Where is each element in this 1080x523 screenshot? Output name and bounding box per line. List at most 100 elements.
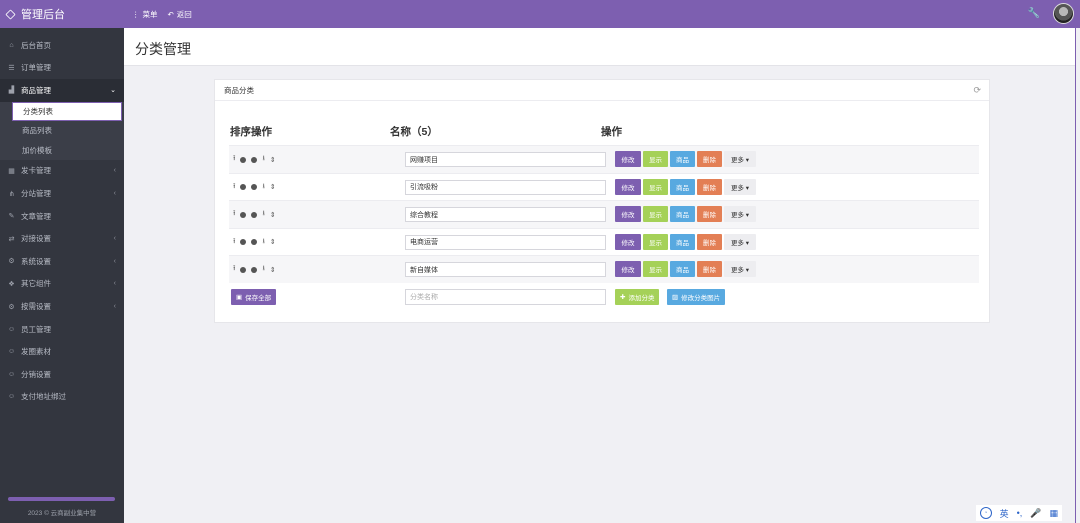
category-name-input[interactable]: 网赚项目 [405,152,606,167]
edit-category-image-button[interactable]: ▨ 修改分类图片 [667,289,726,305]
new-category-input[interactable] [405,289,606,305]
more-dropdown[interactable]: 更多 ▾ [724,151,756,167]
goods-button[interactable]: 商品 [670,233,695,250]
table-row: ⭱ ⭳ ⇕ 引流吸粉 修改 显示 商品 删除 更多 ▾ [229,172,979,201]
more-dropdown[interactable]: 更多 ▾ [724,261,756,278]
move-bottom-icon[interactable]: ⭳ [262,264,264,275]
more-dropdown[interactable]: 更多 ▾ [724,233,756,250]
more-dropdown[interactable]: 更多 ▾ [724,178,756,195]
show-button[interactable]: 显示 [643,233,668,250]
move-top-icon[interactable]: ⭱ [233,154,235,165]
sidebar-item-substations[interactable]: ⋔ 分站管理 ‹ [0,182,124,205]
category-name-input[interactable]: 新自媒体 [405,262,606,278]
drag-sort-icon[interactable]: ⇕ [270,238,276,246]
move-top-icon[interactable]: ⭱ [233,264,235,275]
show-button[interactable]: 显示 [643,178,668,195]
move-down-icon[interactable] [251,156,258,163]
show-button[interactable]: 显示 [643,206,668,223]
microphone-icon[interactable]: 🎤 [1030,508,1041,519]
sort-controls: ⭱ ⭳ ⇕ [233,182,276,193]
move-up-icon[interactable] [240,156,247,163]
ime-language-toggle[interactable]: 英 [1000,507,1009,520]
sidebar-subitem-product-list[interactable]: 商品列表 [0,121,124,140]
show-button[interactable]: 显示 [643,261,668,278]
delete-button[interactable]: 删除 [697,206,722,223]
menu-button[interactable]: ⋮ 菜单 [132,9,158,20]
sidebar-item-label: 其它组件 [21,279,51,289]
sidebar-item-components[interactable]: ❖ 其它组件 ‹ [0,273,124,296]
move-bottom-icon[interactable]: ⭳ [262,209,264,220]
sidebar-item-payment[interactable]: ☺ 支付地址绑过 [0,386,124,409]
sidebar-subitem-markup-template[interactable]: 加价模板 [0,140,124,159]
row-actions: 修改 显示 商品 删除 更多 ▾ [615,178,756,195]
category-name-input[interactable]: 综合教程 [405,207,606,223]
move-up-icon[interactable] [240,211,247,218]
delete-button[interactable]: 删除 [697,178,722,195]
sidebar-item-products[interactable]: ▟ 商品管理 ⌄ [0,79,124,102]
goods-button[interactable]: 商品 [670,206,695,223]
move-down-icon[interactable] [251,184,258,191]
edit-button[interactable]: 修改 [615,178,641,195]
move-bottom-icon[interactable]: ⭳ [262,237,264,248]
sidebar-item-cards[interactable]: ▦ 发卡管理 ‹ [0,160,124,183]
edit-button[interactable]: 修改 [615,261,641,278]
category-name-input[interactable]: 引流吸粉 [405,179,606,195]
punctuation-icon[interactable]: •, [1017,508,1023,518]
show-button[interactable]: 显示 [643,151,668,167]
sidebar-item-home[interactable]: ⌂ 后台首页 [0,34,124,57]
sidebar-scrollbar[interactable] [8,497,115,501]
more-dropdown[interactable]: 更多 ▾ [724,206,756,223]
wrench-icon[interactable]: 🔧 [1028,8,1040,19]
move-top-icon[interactable]: ⭱ [233,182,235,193]
goods-button[interactable]: 商品 [670,151,695,167]
drag-sort-icon[interactable]: ⇕ [270,266,276,274]
sidebar-item-system[interactable]: ⚙ 系统设置 ‹ [0,250,124,273]
delete-button[interactable]: 删除 [697,261,722,278]
move-down-icon[interactable] [251,239,258,246]
move-top-icon[interactable]: ⭱ [233,209,235,220]
sidebar-item-staff[interactable]: ☺ 员工管理 [0,318,124,341]
move-bottom-icon[interactable]: ⭳ [262,182,264,193]
add-category-button[interactable]: ✚ 添加分类 [615,289,660,305]
goods-button[interactable]: 商品 [670,178,695,195]
move-up-icon[interactable] [240,239,247,246]
edit-button[interactable]: 修改 [615,151,641,167]
goods-button[interactable]: 商品 [670,261,695,278]
plus-icon: ✚ [620,294,626,301]
cart-icon: ▟ [8,87,15,95]
move-down-icon[interactable] [251,211,258,218]
delete-button[interactable]: 删除 [697,233,722,250]
delete-button[interactable]: 删除 [697,151,722,167]
sidebar-subitem-category-list[interactable]: 分类列表 [12,101,122,122]
sidebar-item-integration[interactable]: ⇄ 对接设置 ‹ [0,227,124,250]
sort-controls: ⭱ ⭳ ⇕ [233,264,276,275]
sidebar-item-distribution[interactable]: ☺ 分销设置 [0,363,124,386]
edit-button[interactable]: 修改 [615,233,641,250]
sidebar-item-on-demand[interactable]: ⚙ 按需设置 ‹ [0,295,124,318]
brand[interactable]: 管理后台 [0,0,124,28]
move-up-icon[interactable] [240,266,247,273]
move-top-icon[interactable]: ⭱ [233,237,235,248]
refresh-icon[interactable]: ⟳ [973,85,981,96]
sidebar-item-label: 分站管理 [21,189,51,199]
sidebar-item-label: 支付地址绑过 [21,392,66,402]
sidebar-item-orders[interactable]: ☰ 订单管理 [0,57,124,80]
move-down-icon[interactable] [251,266,258,273]
ime-logo-icon[interactable]: ◔ [979,507,992,519]
back-button[interactable]: ↶ 返回 [168,9,192,20]
move-bottom-icon[interactable]: ⭳ [262,154,264,165]
sort-controls: ⭱ ⭳ ⇕ [233,237,276,248]
move-up-icon[interactable] [240,184,247,191]
avatar[interactable] [1053,3,1074,24]
drag-sort-icon[interactable]: ⇕ [270,183,276,191]
drag-sort-icon[interactable]: ⇕ [270,211,276,219]
sidebar-item-materials[interactable]: ☺ 发圈素材 [0,340,124,363]
drag-sort-icon[interactable]: ⇕ [270,156,276,164]
category-name-input[interactable]: 电商运营 [405,234,606,250]
save-all-button[interactable]: ▣ 保存全部 [231,289,277,305]
sidebar-item-articles[interactable]: ✎ 文章管理 [0,205,124,228]
edit-button[interactable]: 修改 [615,206,641,223]
sidebar-item-label: 商品管理 [21,85,51,95]
home-icon: ⌂ [9,41,14,49]
grid-icon[interactable]: ▦ [1049,508,1058,519]
